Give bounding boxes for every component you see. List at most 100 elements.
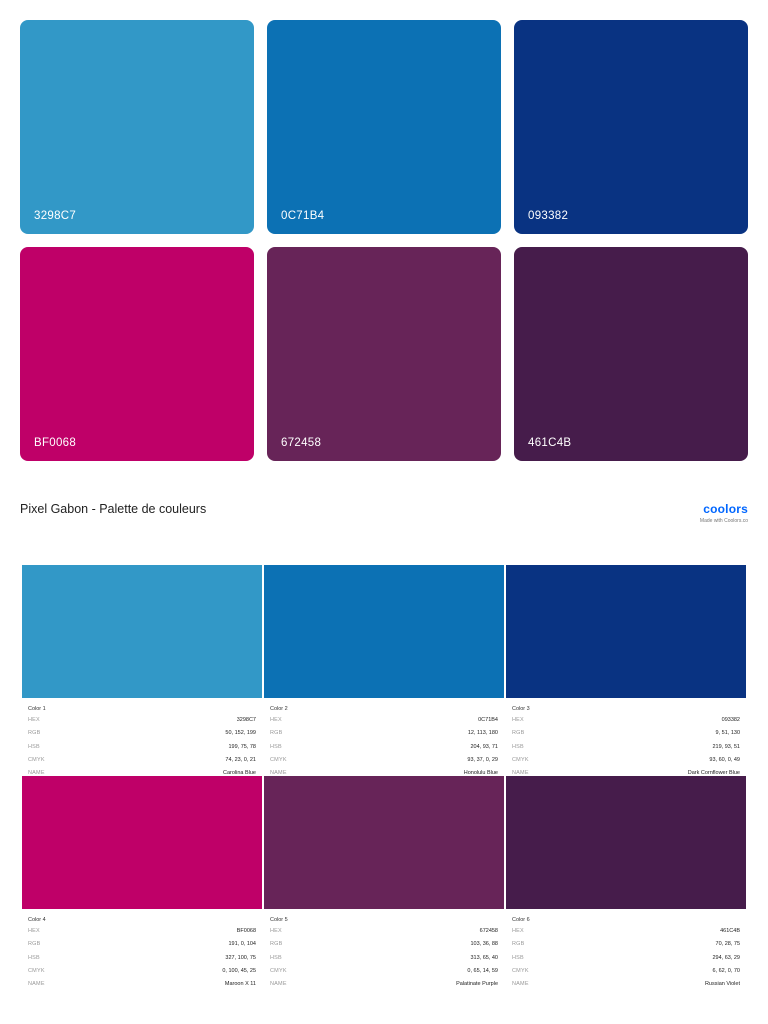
hsb-label: HSB <box>28 954 40 961</box>
rgb-row: RGB 70, 28, 75 <box>512 940 740 953</box>
name-label: NAME <box>270 981 287 988</box>
rgb-row: RGB 50, 152, 199 <box>28 729 256 742</box>
cmyk-value: 0, 100, 45, 25 <box>222 967 256 974</box>
hsb-row: HSB 219, 93, 51 <box>512 743 740 756</box>
hex-value: 093382 <box>721 717 740 723</box>
rgb-label: RGB <box>270 941 283 948</box>
color-card-swatch <box>264 776 504 909</box>
rgb-label: RGB <box>512 941 525 948</box>
color-card-swatch <box>506 776 746 909</box>
hsb-row: HSB 294, 63, 29 <box>512 954 740 967</box>
hsb-value: 294, 63, 29 <box>712 954 740 961</box>
swatch-grid: 3298C7 0C71B4 093382 BF0068 672458 461C4… <box>20 20 748 461</box>
swatch-hex: 461C4B <box>528 437 572 449</box>
rgb-value: 9, 51, 130 <box>715 730 740 737</box>
hex-row: HEX 093382 <box>512 716 740 729</box>
rgb-row: RGB 103, 36, 88 <box>270 940 498 953</box>
hsb-row: HSB 199, 75, 78 <box>28 743 256 756</box>
name-value: Russian Violet <box>704 981 740 988</box>
name-value: Palatinate Purple <box>456 981 498 988</box>
color-card: Color 3 HEX 093382 RGB 9, 51, 130 HSB 219, … <box>506 565 746 776</box>
color-card-title: Color 1 <box>28 706 46 712</box>
cmyk-label: CMYK <box>270 967 287 974</box>
cmyk-value: 6, 62, 0, 70 <box>712 967 740 974</box>
color-card-swatch <box>22 565 262 698</box>
hsb-label: HSB <box>28 743 40 750</box>
hex-value: 461C4B <box>720 928 740 934</box>
hsb-label: HSB <box>512 743 524 750</box>
color-card-title: Color 2 <box>270 706 288 712</box>
color-card-info: Color 5 HEX 672458 RGB 103, 36, 88 HSB 313,… <box>264 909 504 987</box>
swatch-4: BF0068 <box>20 247 254 461</box>
hex-label: HEX <box>270 928 282 934</box>
rgb-value: 191, 0, 104 <box>228 941 256 948</box>
hsb-value: 219, 93, 51 <box>712 743 740 750</box>
name-value: Maroon X 11 <box>224 981 256 988</box>
cmyk-row: CMYK 93, 60, 0, 49 <box>512 756 740 769</box>
cmyk-value: 93, 37, 0, 29 <box>467 756 498 763</box>
hsb-row: HSB 204, 93, 71 <box>270 743 498 756</box>
cmyk-row: CMYK 74, 23, 0, 21 <box>28 756 256 769</box>
hex-label: HEX <box>512 717 524 723</box>
hex-value: 0C71B4 <box>478 717 498 723</box>
swatch-hex: 3298C7 <box>34 210 77 222</box>
hex-row: HEX BF0068 <box>28 927 256 940</box>
swatch-5: 672458 <box>267 247 501 461</box>
color-card-info: Color 2 HEX 0C71B4 RGB 12, 113, 180 HSB 204… <box>264 698 504 776</box>
hsb-value: 204, 93, 71 <box>470 743 498 750</box>
cmyk-label: CMYK <box>28 967 45 974</box>
hsb-value: 327, 100, 75 <box>225 954 256 961</box>
hex-row: HEX 672458 <box>270 927 498 940</box>
coolors-brand[interactable]: coolors Made with Coolors.co <box>700 502 748 524</box>
cmyk-row: CMYK 93, 37, 0, 29 <box>270 756 498 769</box>
swatch-2: 0C71B4 <box>267 20 501 234</box>
hex-value: BF0068 <box>236 928 256 934</box>
cmyk-value: 0, 65, 14, 59 <box>467 967 498 974</box>
rgb-value: 50, 152, 199 <box>225 730 256 737</box>
name-label: NAME <box>28 981 45 988</box>
rgb-label: RGB <box>270 730 283 737</box>
coolors-logo: coolors <box>703 502 748 516</box>
rgb-value: 12, 113, 180 <box>467 730 498 737</box>
hsb-row: HSB 313, 65, 40 <box>270 954 498 967</box>
swatch-hex: 0C71B4 <box>281 210 325 222</box>
rgb-value: 70, 28, 75 <box>715 941 740 948</box>
color-card-title: Color 5 <box>270 917 288 923</box>
hex-label: HEX <box>28 717 40 723</box>
rgb-row: RGB 191, 0, 104 <box>28 940 256 953</box>
swatch-3: 093382 <box>514 20 748 234</box>
color-card-info: Color 1 HEX 3298C7 RGB 50, 152, 199 HSB 199… <box>22 698 262 776</box>
hsb-value: 199, 75, 78 <box>228 743 256 750</box>
cmyk-value: 93, 60, 0, 49 <box>709 756 740 763</box>
hsb-label: HSB <box>512 954 524 961</box>
rgb-row: RGB 12, 113, 180 <box>270 729 498 742</box>
hex-row: HEX 461C4B <box>512 927 740 940</box>
brand-tagline: Made with Coolors.co <box>699 518 748 524</box>
rgb-label: RGB <box>512 730 525 737</box>
rgb-label: RGB <box>28 730 41 737</box>
cmyk-label: CMYK <box>512 756 529 763</box>
swatch-hex: BF0068 <box>34 437 77 449</box>
hsb-label: HSB <box>270 743 282 750</box>
hex-row: HEX 3298C7 <box>28 716 256 729</box>
hex-value: 3298C7 <box>236 717 256 723</box>
hsb-value: 313, 65, 40 <box>470 954 498 961</box>
color-card: Color 1 HEX 3298C7 RGB 50, 152, 199 HSB 199… <box>22 565 262 776</box>
color-card-swatch <box>22 776 262 909</box>
name-row: NAME Russian Violet <box>512 980 740 993</box>
hex-value: 672458 <box>479 928 498 934</box>
color-card-info: Color 4 HEX BF0068 RGB 191, 0, 104 HSB 327,… <box>22 909 262 987</box>
swatch-hex: 093382 <box>528 210 569 222</box>
color-card-title: Color 6 <box>512 917 530 923</box>
color-card-swatch <box>506 565 746 698</box>
color-card-title: Color 4 <box>28 917 46 923</box>
hex-label: HEX <box>28 928 40 934</box>
swatch-6: 461C4B <box>514 247 748 461</box>
hsb-label: HSB <box>270 954 282 961</box>
cmyk-value: 74, 23, 0, 21 <box>225 756 256 763</box>
rgb-label: RGB <box>28 941 41 948</box>
color-card-title: Color 3 <box>512 706 530 712</box>
name-label: NAME <box>512 981 529 988</box>
color-card: Color 4 HEX BF0068 RGB 191, 0, 104 HSB 327,… <box>22 776 262 987</box>
cmyk-row: CMYK 0, 100, 45, 25 <box>28 967 256 980</box>
